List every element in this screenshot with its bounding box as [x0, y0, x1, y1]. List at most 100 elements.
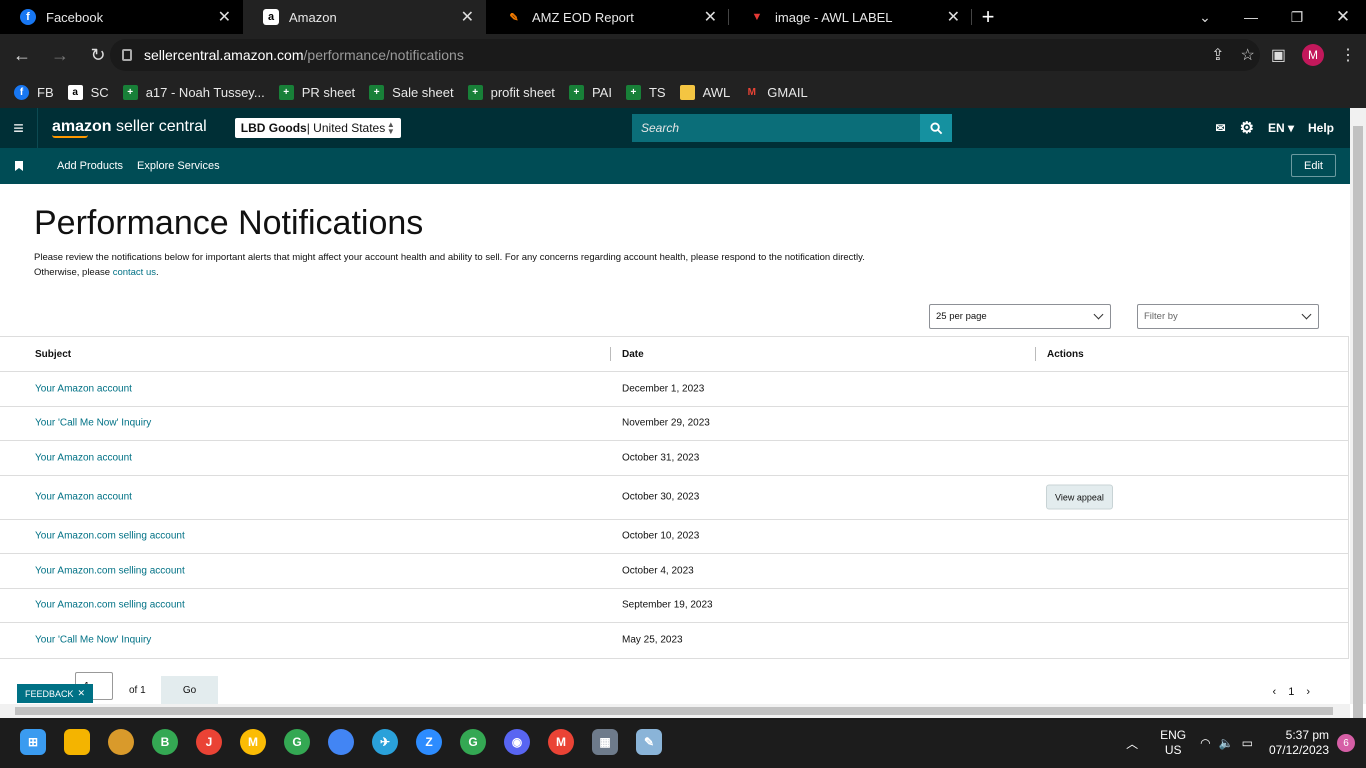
file-explorer-icon[interactable]	[64, 729, 90, 755]
scrollbar-thumb[interactable]	[15, 707, 1333, 715]
close-icon[interactable]: ✕	[704, 7, 717, 27]
notification-date: October 30, 2023	[622, 491, 700, 503]
window-close-icon[interactable]: ✕	[1320, 0, 1366, 34]
notification-subject-link[interactable]: Your Amazon account	[35, 492, 132, 503]
add-products-link[interactable]: Add Products	[57, 160, 123, 172]
view-appeal-button[interactable]: View appeal	[1046, 484, 1113, 510]
gear-icon[interactable]: ⚙	[1240, 118, 1254, 138]
bookmark-awl[interactable]: AWL	[679, 84, 730, 100]
amazon-smile-icon	[52, 135, 88, 138]
chrome-icon[interactable]: M	[548, 729, 574, 755]
chrome-icon[interactable]	[328, 729, 354, 755]
calculator-icon[interactable]: ▦	[592, 729, 618, 755]
zoom-icon[interactable]: Z	[416, 729, 442, 755]
close-icon[interactable]: ✕	[947, 7, 960, 27]
help-link[interactable]: Help	[1308, 121, 1334, 135]
page-number[interactable]: 1	[1288, 686, 1294, 698]
bookmark-sale-sheet[interactable]: + Sale sheet	[369, 84, 454, 100]
bookmark-gmail[interactable]: M GMAIL	[744, 84, 808, 100]
vertical-scrollbar[interactable]	[1350, 108, 1366, 718]
close-icon[interactable]: ✕	[78, 688, 86, 699]
telegram-icon[interactable]: ✈	[372, 729, 398, 755]
language-indicator[interactable]: ENG US	[1160, 728, 1186, 758]
minimize-icon[interactable]: —	[1228, 0, 1274, 34]
go-button[interactable]: Go	[161, 676, 218, 704]
search-button[interactable]	[920, 114, 952, 142]
seller-central-logo[interactable]: amazon seller central	[52, 118, 207, 138]
search-input[interactable]	[632, 114, 920, 142]
battery-icon[interactable]: ▭	[1242, 736, 1253, 750]
notification-date: May 25, 2023	[622, 634, 683, 646]
bookmark-icon[interactable]	[15, 161, 23, 171]
discord-icon[interactable]: ◉	[504, 729, 530, 755]
notification-subject-link[interactable]: Your Amazon.com selling account	[35, 531, 185, 542]
notification-date: September 19, 2023	[622, 599, 713, 611]
url-input[interactable]: sellercentral.amazon.com /performance/no…	[110, 39, 1260, 71]
per-page-select[interactable]: 25 per page	[929, 304, 1111, 329]
bookmark-pr-sheet[interactable]: + PR sheet	[278, 84, 355, 100]
bookmarks-bar: f FB a SC + a17 - Noah Tussey... + PR sheet …	[0, 76, 1366, 108]
notification-subject-link[interactable]: Your Amazon account	[35, 452, 132, 463]
profile-avatar[interactable]: M	[1302, 44, 1324, 66]
chrome-icon[interactable]: G	[460, 729, 486, 755]
app-icon[interactable]	[108, 729, 134, 755]
close-icon[interactable]: ✕	[461, 7, 474, 27]
notification-subject-link[interactable]: Your Amazon.com selling account	[35, 600, 185, 611]
horizontal-scrollbar[interactable]	[0, 704, 1350, 718]
browser-tab-eod-report[interactable]: ✎ AMZ EOD Report ✕	[486, 0, 729, 34]
chrome-icon[interactable]: G	[284, 729, 310, 755]
restore-icon[interactable]: ❐	[1274, 0, 1320, 34]
bookmark-profit-sheet[interactable]: + profit sheet	[467, 84, 555, 100]
bookmark-sc[interactable]: a SC	[67, 84, 109, 100]
mail-icon[interactable]: ✉	[1216, 121, 1226, 135]
column-header-subject[interactable]: Subject	[35, 349, 71, 360]
explore-services-link[interactable]: Explore Services	[137, 160, 220, 172]
browser-tab-facebook[interactable]: f Facebook ✕	[0, 0, 243, 34]
sheets-icon: +	[467, 84, 483, 100]
notification-badge[interactable]: 6	[1337, 734, 1355, 752]
chrome-icon[interactable]: J	[196, 729, 222, 755]
forward-icon[interactable]: →	[44, 39, 76, 71]
table-row: Your Amazon account October 30, 2023 Vie…	[0, 476, 1348, 520]
filter-select[interactable]: Filter by	[1137, 304, 1319, 329]
bookmark-ts[interactable]: + TS	[625, 84, 666, 100]
store-switcher[interactable]: LBD Goods | United States ▲ ▼	[234, 118, 401, 138]
notification-subject-link[interactable]: Your Amazon.com selling account	[35, 565, 185, 576]
bookmark-fb[interactable]: f FB	[14, 84, 54, 100]
chevron-right-icon[interactable]: ›	[1306, 686, 1310, 698]
wifi-icon[interactable]: ◠	[1200, 736, 1210, 750]
notepad-icon[interactable]: ✎	[636, 729, 662, 755]
bookmark-pai[interactable]: + PAI	[568, 84, 612, 100]
browser-tab-amazon[interactable]: a Amazon ✕	[243, 0, 486, 34]
share-icon[interactable]: ⇪	[1211, 45, 1224, 65]
chevron-up-icon[interactable]: ︿	[1126, 735, 1138, 752]
tab-search-icon[interactable]: ⌄	[1182, 0, 1228, 34]
contact-us-link[interactable]: contact us	[113, 267, 156, 278]
browser-tab-awl-label[interactable]: ▼ image - AWL LABEL ✕	[729, 0, 972, 34]
notification-subject-link[interactable]: Your 'Call Me Now' Inquiry	[35, 635, 151, 646]
notification-subject-link[interactable]: Your Amazon account	[35, 383, 132, 394]
edit-button[interactable]: Edit	[1291, 154, 1336, 177]
back-icon[interactable]: ←	[6, 39, 38, 71]
notification-subject-link[interactable]: Your 'Call Me Now' Inquiry	[35, 418, 151, 429]
chrome-icon[interactable]: M	[240, 729, 266, 755]
browser-menu-icon[interactable]: ⋮	[1340, 45, 1356, 65]
feedback-button[interactable]: FEEDBACK ✕	[17, 684, 94, 703]
windows-start-icon[interactable]: ⊞	[20, 729, 46, 755]
hamburger-menu-icon[interactable]: ≡	[0, 108, 38, 148]
bookmark-a17[interactable]: + a17 - Noah Tussey...	[122, 84, 265, 100]
new-tab-icon[interactable]: +	[972, 0, 1004, 34]
sheets-icon: +	[625, 84, 641, 100]
close-icon[interactable]: ✕	[218, 7, 231, 27]
bookmark-star-icon[interactable]: ☆	[1241, 45, 1255, 65]
chrome-icon[interactable]: B	[152, 729, 178, 755]
clock[interactable]: 5:37 pm 07/12/2023	[1269, 728, 1329, 758]
column-header-date[interactable]: Date	[622, 349, 644, 360]
scrollbar-thumb[interactable]	[1353, 126, 1363, 718]
header-actions: ✉ ⚙ EN ▾ Help	[1216, 108, 1334, 148]
bookmark-label: GMAIL	[767, 84, 808, 100]
side-panel-icon[interactable]: ▣	[1271, 45, 1286, 65]
language-select[interactable]: EN ▾	[1268, 121, 1294, 135]
volume-icon[interactable]: 🔈	[1219, 736, 1234, 750]
chevron-left-icon[interactable]: ‹	[1273, 686, 1277, 698]
